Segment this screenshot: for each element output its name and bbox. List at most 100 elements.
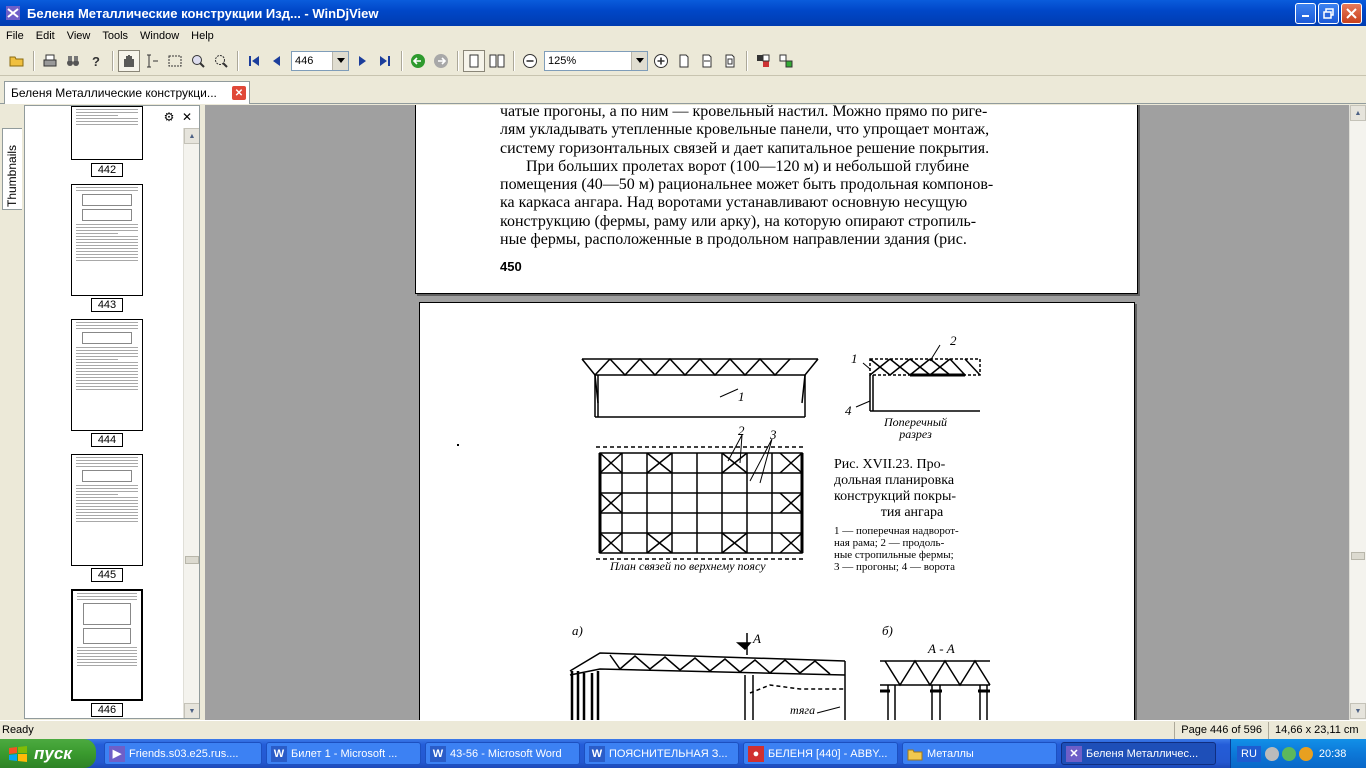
close-button[interactable] bbox=[1341, 2, 1362, 24]
windjview-icon: ✕ bbox=[1066, 745, 1082, 762]
page-number-value: 446 bbox=[295, 54, 314, 67]
thumbnail-label-444: 444 bbox=[91, 433, 123, 447]
taskbar-item-windjview[interactable]: ✕ Беленя Металличес... bbox=[1061, 742, 1216, 765]
status-ready: Ready bbox=[2, 724, 34, 736]
scroll-down-icon[interactable]: ▼ bbox=[184, 703, 199, 718]
taskbar-item-label: Friends.s03.e25.rus.... bbox=[129, 747, 239, 760]
text-line: При больших пролетах ворот (100—120 м) и… bbox=[526, 157, 970, 175]
select-area-button[interactable] bbox=[164, 50, 186, 72]
thumbnails-side-tab[interactable]: Thumbnails bbox=[2, 128, 22, 210]
taskbar-item-word-43-56[interactable]: W 43-56 - Microsoft Word bbox=[425, 742, 580, 765]
gear-icon[interactable]: ⚙ bbox=[162, 110, 176, 124]
restore-icon bbox=[1323, 7, 1334, 19]
label-b: б) bbox=[882, 623, 893, 638]
scroll-down-icon[interactable]: ▼ bbox=[1350, 703, 1366, 719]
thumbnail-page-446[interactable] bbox=[71, 589, 143, 701]
title-bar: Беленя Металлические конструкции Изд... … bbox=[0, 0, 1366, 26]
tray-arrow-icon[interactable] bbox=[1264, 746, 1279, 761]
back-arrow-icon bbox=[411, 53, 425, 68]
figure-title-line: Рис. XVII.23. Про- bbox=[834, 457, 946, 472]
toolbar-separator bbox=[237, 50, 239, 71]
find-button[interactable] bbox=[62, 50, 84, 72]
select-text-button[interactable] bbox=[141, 50, 163, 72]
page-number-combo[interactable]: 446 bbox=[291, 50, 349, 71]
chevron-down-icon[interactable] bbox=[631, 51, 647, 70]
document-scrollbar-thumb[interactable] bbox=[1351, 552, 1365, 560]
thumbnail-page-445[interactable] bbox=[71, 454, 143, 566]
taskbar-item-folder[interactable]: Металлы bbox=[902, 742, 1057, 765]
document-scrollbar[interactable]: ▲ ▼ bbox=[1349, 105, 1366, 720]
menu-window[interactable]: Window bbox=[134, 30, 185, 42]
fit-width-button[interactable] bbox=[696, 50, 718, 72]
folder-icon bbox=[907, 746, 923, 762]
system-tray: RU 20:38 bbox=[1230, 739, 1366, 768]
actual-size-button[interactable] bbox=[673, 50, 695, 72]
single-page-button[interactable] bbox=[463, 49, 485, 72]
chevron-down-icon[interactable] bbox=[332, 51, 348, 70]
first-page-button[interactable] bbox=[243, 50, 265, 72]
close-tab-icon[interactable]: ✕ bbox=[232, 86, 246, 100]
windows-flag-icon bbox=[9, 745, 27, 762]
zoom-out-button[interactable] bbox=[519, 50, 541, 72]
thumbnail-page-442[interactable] bbox=[71, 106, 143, 160]
forward-button[interactable] bbox=[430, 50, 452, 72]
menu-view[interactable]: View bbox=[61, 30, 97, 42]
zoom-button[interactable] bbox=[187, 50, 209, 72]
back-button[interactable] bbox=[407, 50, 429, 72]
taskbar-item-abbyy[interactable]: ● БЕЛЕНЯ [440] - ABBY... bbox=[743, 742, 898, 765]
taskbar-item-word-explanatory[interactable]: W ПОЯСНИТЕЛЬНАЯ З... bbox=[584, 742, 739, 765]
zoom-in-button[interactable] bbox=[650, 50, 672, 72]
label-2: 2 bbox=[738, 423, 745, 438]
label-1: 1 bbox=[738, 389, 745, 404]
text-line: лям укладывать утепленные кровельные пан… bbox=[500, 121, 990, 139]
start-button[interactable]: пуск bbox=[0, 739, 96, 768]
text-line: конструкцию (фермы, раму или арку), на к… bbox=[500, 212, 977, 230]
menu-file[interactable]: File bbox=[0, 30, 30, 42]
open-button[interactable] bbox=[6, 50, 28, 72]
antivirus-icon[interactable] bbox=[1298, 746, 1313, 761]
last-page-button[interactable] bbox=[374, 50, 396, 72]
thumbnails-pane: ⚙ ✕ 442 443 444 445 446 ▲ ▼ bbox=[24, 105, 200, 719]
taskbar-item-label: ПОЯСНИТЕЛЬНАЯ З... bbox=[609, 747, 728, 760]
minimize-icon bbox=[1301, 15, 1309, 17]
label-section-aa: А - А bbox=[928, 641, 955, 656]
previous-page-button[interactable] bbox=[266, 50, 288, 72]
next-page-button[interactable] bbox=[351, 50, 373, 72]
text-line: систему горизонтальных связей и дает кап… bbox=[500, 139, 990, 157]
taskbar-item-word-bilet[interactable]: W Билет 1 - Microsoft ... bbox=[266, 742, 421, 765]
scroll-up-icon[interactable]: ▲ bbox=[1350, 105, 1366, 121]
menu-tools[interactable]: Tools bbox=[96, 30, 134, 42]
display-mode-button[interactable] bbox=[752, 50, 774, 72]
menu-edit[interactable]: Edit bbox=[30, 30, 61, 42]
legend-line: 3 — прогоны; 4 — ворота bbox=[834, 561, 956, 573]
scrollbar-thumb[interactable] bbox=[185, 556, 199, 564]
forward-arrow-icon bbox=[434, 53, 448, 68]
close-icon[interactable]: ✕ bbox=[180, 110, 194, 124]
label-2-section: 2 bbox=[950, 333, 957, 348]
thumbnail-page-444[interactable] bbox=[71, 319, 143, 431]
menu-help[interactable]: Help bbox=[185, 30, 220, 42]
fit-page-button[interactable] bbox=[719, 50, 741, 72]
text-cursor-icon bbox=[147, 54, 158, 67]
thumbnail-page-443[interactable] bbox=[71, 184, 143, 296]
document-tab[interactable]: Беленя Металлические конструкци... ✕ bbox=[4, 81, 250, 104]
text-line: помещения (40—50 м) рациональнее может б… bbox=[500, 176, 994, 194]
page-450: чатые прогоны, а по ним — кровельный нас… bbox=[415, 105, 1138, 294]
facing-pages-button[interactable] bbox=[486, 50, 508, 72]
restore-button[interactable] bbox=[1318, 2, 1339, 24]
network-icon[interactable] bbox=[1281, 746, 1296, 761]
help-button[interactable]: ? bbox=[85, 50, 107, 72]
layer-mode-button[interactable] bbox=[775, 50, 797, 72]
document-view[interactable]: чатые прогоны, а по ним — кровельный нас… bbox=[205, 105, 1349, 720]
thumbnails-scrollbar[interactable]: ▲ ▼ bbox=[183, 128, 199, 718]
zoom-combo[interactable]: 125% bbox=[544, 50, 648, 71]
magnifier-icon bbox=[192, 54, 205, 68]
minimize-button[interactable] bbox=[1295, 2, 1316, 24]
print-button[interactable] bbox=[39, 50, 61, 72]
taskbar-item-friends[interactable]: ▶ Friends.s03.e25.rus.... bbox=[104, 742, 262, 765]
scroll-up-icon[interactable]: ▲ bbox=[184, 128, 199, 144]
language-indicator[interactable]: RU bbox=[1237, 745, 1261, 762]
zoom-rect-button[interactable] bbox=[210, 50, 232, 72]
layers-icon bbox=[779, 54, 793, 67]
hand-tool-button[interactable] bbox=[118, 49, 140, 72]
